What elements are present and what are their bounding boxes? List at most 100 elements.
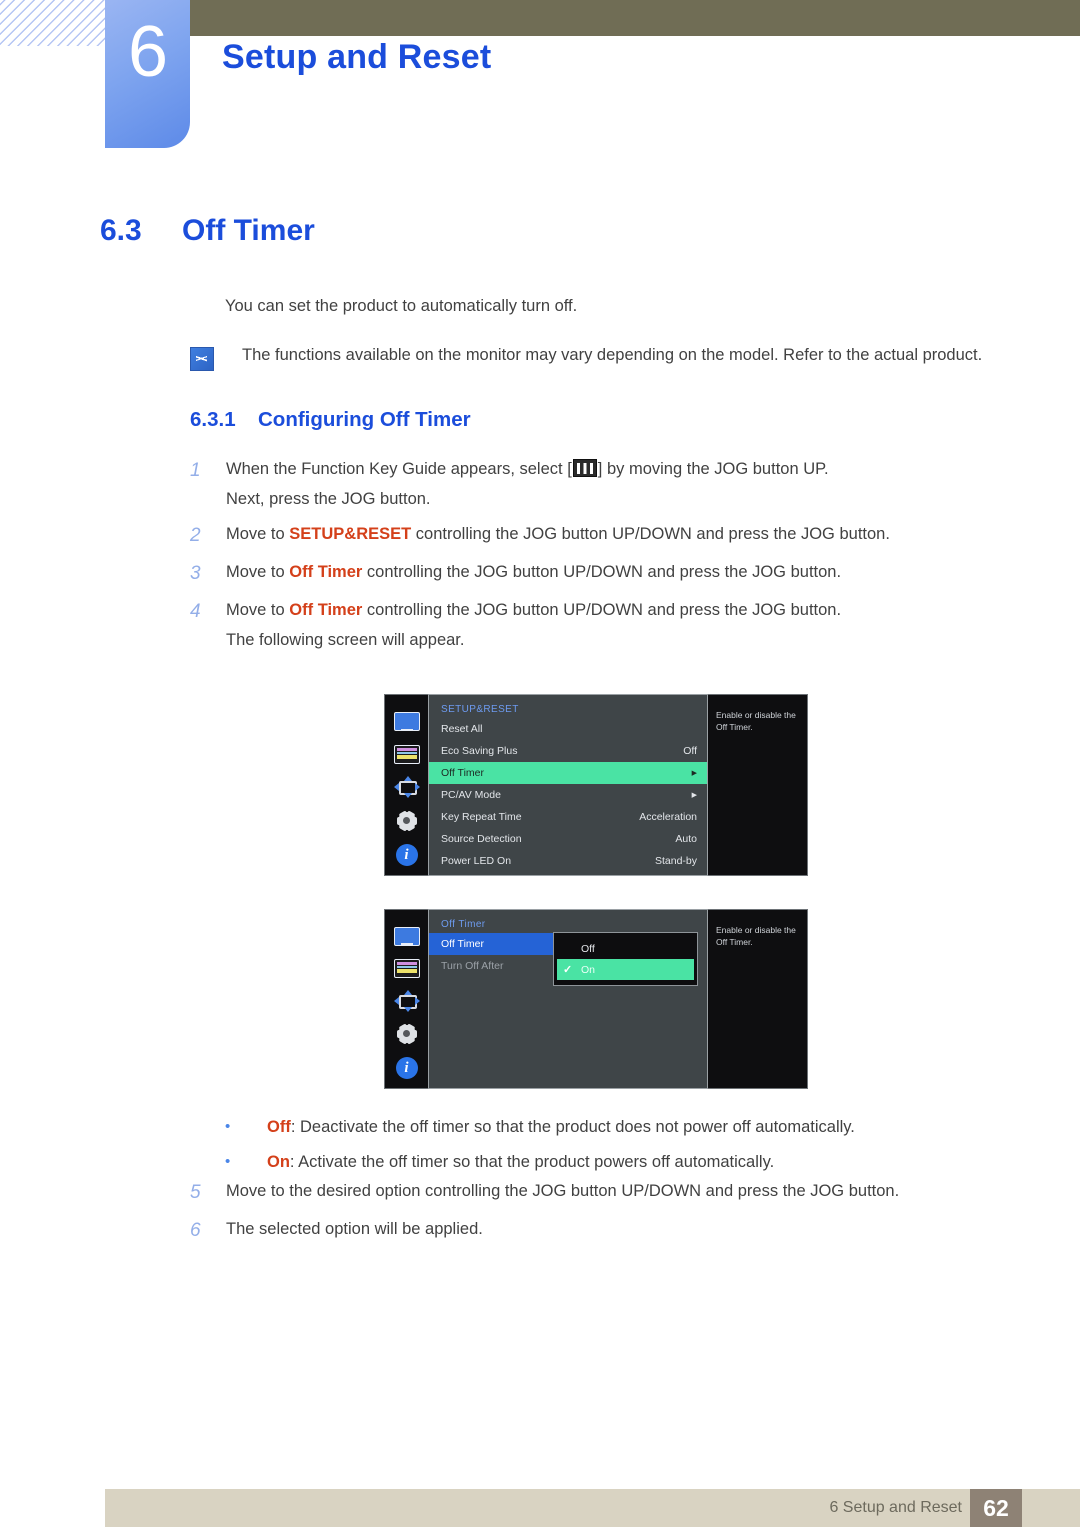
note-pencil-icon (190, 347, 214, 371)
option-bullet-list: • Off: Deactivate the off timer so that … (225, 1118, 1025, 1188)
osd-screenshot-off-timer: i Off Timer Off Timer Turn Off After Off… (384, 909, 808, 1089)
step-text: Move to the desired option controlling t… (226, 1182, 900, 1200)
osd-icon-rail: i (384, 694, 428, 876)
osd-menu-item-pc-av-mode[interactable]: PC/AV Mode ▶ (429, 784, 707, 806)
step-number: 3 (190, 562, 201, 584)
osd-item-label: Key Repeat Time (441, 811, 522, 823)
step-number: 5 (190, 1182, 201, 1203)
osd-help-text: Enable or disable the Off Timer. (716, 710, 796, 733)
section-title: Off Timer (182, 214, 315, 247)
bullet-description: : Activate the off timer so that the pro… (289, 1153, 775, 1171)
osd-item-value: Off (683, 745, 697, 757)
osd-menu-title: Off Timer (441, 919, 486, 930)
osd-menu-item-power-led-on[interactable]: Power LED On Stand-by (429, 850, 707, 872)
bullet-description: : Deactivate the off timer so that the p… (290, 1118, 855, 1136)
step-text-post: controlling the JOG button UP/DOWN and p… (362, 600, 842, 619)
step-text: Move to Off Timer controlling the JOG bu… (226, 561, 841, 583)
info-icon[interactable]: i (394, 842, 420, 867)
osd-item-value: Auto (675, 833, 697, 845)
osd-item-label: Source Detection (441, 833, 522, 845)
section-heading: 6.3 Off Timer (100, 214, 315, 248)
bullet-text: On: Activate the off timer so that the p… (267, 1153, 774, 1172)
navigation-icon[interactable] (393, 988, 420, 1012)
step-text: The selected option will be applied. (226, 1219, 483, 1238)
osd-menu-item-eco-saving-plus[interactable]: Eco Saving Plus Off (429, 740, 707, 762)
osd-item-label: Off Timer (441, 767, 484, 779)
osd-menu-item-off-timer[interactable]: Off Timer ▶ (429, 762, 707, 784)
step-text-post: controlling the JOG button UP/DOWN and p… (411, 525, 890, 544)
chapter-number: 6 (127, 12, 168, 92)
bullet-marker: • (225, 1153, 231, 1170)
subsection-number: 6.3.1 (190, 408, 236, 431)
footer-chapter-label: 6 Setup and Reset (829, 1499, 962, 1516)
note-block: The functions available on the monitor m… (190, 345, 1010, 371)
osd-menu-item-off-timer[interactable]: Off Timer (429, 933, 567, 955)
step-item: 5 Move to the desired option controlling… (190, 1180, 1020, 1206)
step-item: 4 Move to Off Timer controlling the JOG … (190, 599, 1020, 650)
step-text-pre: When the Function Key Guide appears, sel… (226, 460, 572, 478)
chapter-tab: 6 (105, 0, 190, 148)
osd-icon-rail: i (384, 909, 428, 1089)
note-text: The functions available on the monitor m… (242, 346, 983, 364)
osd-menu-panel: SETUP&RESET Reset All Eco Saving Plus Of… (428, 694, 708, 876)
osd-item-label: PC/AV Mode (441, 789, 501, 801)
step-number: 6 (190, 1219, 201, 1241)
steps-list: 1 When the Function Key Guide appears, s… (190, 458, 1020, 662)
picture-icon[interactable] (393, 956, 420, 979)
osd-option-on[interactable]: ✓ On (557, 959, 694, 980)
step-text-pre: Move to (226, 600, 290, 619)
bullet-text: Off: Deactivate the off timer so that th… (267, 1118, 855, 1137)
step-text: Move to Off Timer controlling the JOG bu… (226, 599, 841, 621)
osd-help-panel: Enable or disable the Off Timer. (708, 694, 808, 876)
bullet-marker: • (225, 1118, 231, 1135)
osd-item-caret-icon: ▶ (691, 769, 697, 777)
section-number: 6.3 (100, 214, 142, 247)
monitor-icon[interactable] (393, 924, 420, 947)
step-text: Move to SETUP&RESET controlling the JOG … (226, 523, 890, 545)
gear-icon[interactable] (394, 807, 420, 833)
osd-item-label: Off Timer (441, 938, 484, 950)
step-subtext: The following screen will appear. (226, 630, 465, 649)
osd-menu-title: SETUP&RESET (441, 704, 519, 715)
osd-option-off[interactable]: Off (557, 938, 694, 959)
osd-item-label: Eco Saving Plus (441, 745, 518, 757)
step-keyword: Off Timer (289, 600, 363, 619)
osd-menu-item-reset-all[interactable]: Reset All (429, 718, 707, 740)
step-keyword: Off Timer (289, 562, 363, 581)
check-icon: ✓ (563, 964, 573, 976)
osd-item-value: Stand-by (654, 855, 697, 867)
subsection-heading: 6.3.1 Configuring Off Timer (190, 408, 471, 432)
step-item: 3 Move to Off Timer controlling the JOG … (190, 561, 1020, 587)
steps-list-continued: 5 Move to the desired option controlling… (190, 1180, 1020, 1255)
step-number: 1 (190, 460, 201, 481)
top-olive-bar (190, 0, 1080, 36)
step-subtext: Next, press the JOG button. (226, 490, 431, 509)
osd-option-label: Off (581, 942, 595, 955)
osd-help-panel: Enable or disable the Off Timer. (708, 909, 808, 1089)
osd-screenshot-setup-reset: i SETUP&RESET Reset All Eco Saving Plus … (384, 694, 808, 876)
info-icon[interactable]: i (394, 1055, 420, 1079)
step-text-pre: Move to (226, 562, 290, 581)
step-number: 4 (190, 600, 201, 622)
osd-menu-item-key-repeat-time[interactable]: Key Repeat Time Acceleration (429, 806, 707, 828)
step-content: Move to Off Timer controlling the JOG bu… (226, 599, 841, 650)
step-text-post: ] by moving the JOG button UP. (597, 460, 829, 478)
bullet-keyword: On (267, 1153, 290, 1171)
step-text-pre: Move to (226, 525, 290, 544)
chapter-title: Setup and Reset (222, 38, 492, 76)
osd-option-label: On (581, 963, 596, 976)
osd-menu-item-source-detection[interactable]: Source Detection Auto (429, 828, 707, 850)
monitor-icon[interactable] (393, 709, 420, 733)
step-content: When the Function Key Guide appears, sel… (226, 458, 829, 509)
osd-help-text: Enable or disable the Off Timer. (716, 925, 796, 948)
navigation-icon[interactable] (393, 774, 420, 799)
osd-item-label: Reset All (441, 723, 483, 735)
picture-icon[interactable] (393, 742, 420, 766)
gear-icon[interactable] (394, 1020, 420, 1046)
step-number: 2 (190, 525, 201, 547)
bullet-keyword: Off (267, 1118, 291, 1136)
section-intro-text: You can set the product to automatically… (225, 297, 578, 315)
step-item: 6 The selected option will be applied. (190, 1218, 1020, 1244)
bullet-item: • Off: Deactivate the off timer so that … (225, 1118, 1025, 1137)
step-text-post: controlling the JOG button UP/DOWN and p… (362, 562, 842, 581)
